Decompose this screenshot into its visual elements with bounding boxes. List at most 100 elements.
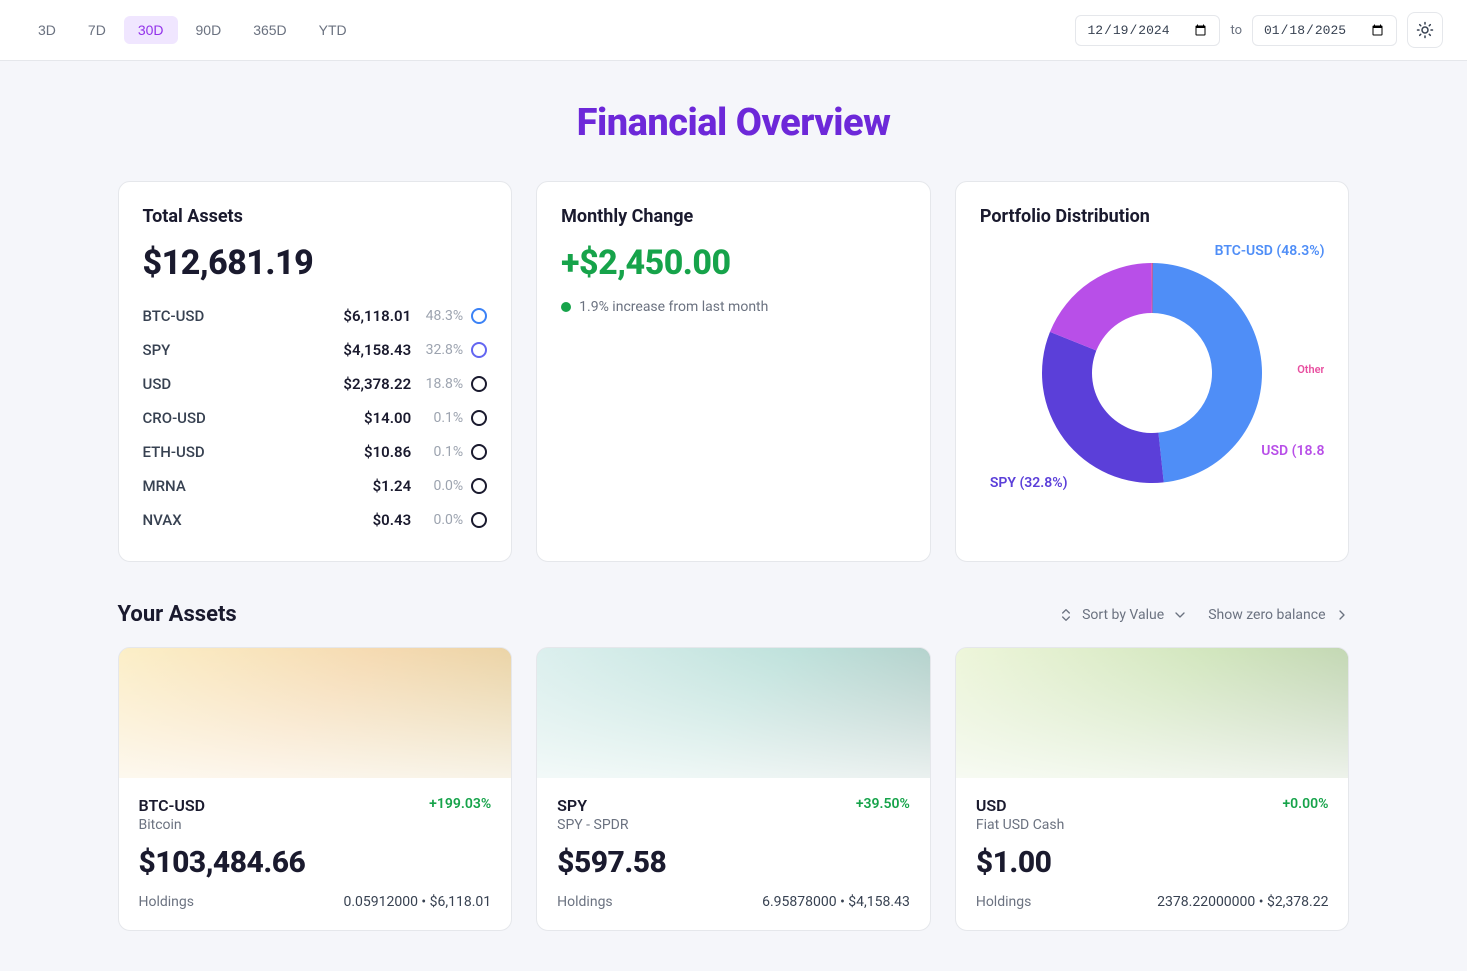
asset-change: +0.00% bbox=[1282, 796, 1328, 812]
chevron-down-icon bbox=[1172, 607, 1188, 623]
assets-controls: Sort by Value Show zero balance bbox=[1058, 607, 1349, 623]
page-title: Financial Overview bbox=[118, 101, 1350, 145]
range-tab-7d[interactable]: 7D bbox=[74, 16, 120, 44]
holdings-value: 0.05912000 • $6,118.01 bbox=[343, 894, 491, 910]
chevrons-updown-icon bbox=[1058, 607, 1074, 623]
asset-card-usd[interactable]: USD Fiat USD Cash +0.00% $1.00 Holdings 2378.… bbox=[955, 647, 1350, 931]
holdings-value: 6.95878000 • $4,158.43 bbox=[762, 894, 910, 910]
ring-icon bbox=[471, 308, 487, 324]
date-from-input[interactable] bbox=[1075, 15, 1220, 46]
assets-section-title: Your Assets bbox=[118, 602, 237, 627]
asset-symbol: SPY bbox=[557, 796, 628, 815]
monthly-change-note-text: 1.9% increase from last month bbox=[579, 299, 768, 315]
holdings-value: 2378.22000000 • $2,378.22 bbox=[1157, 894, 1328, 910]
monthly-change-card: Monthly Change +$2,450.00 1.9% increase … bbox=[536, 181, 931, 562]
pie-label-usd: USD (18.8 bbox=[1261, 443, 1324, 459]
total-assets-card: Total Assets $12,681.19 BTC-USD$6,118.01… bbox=[118, 181, 513, 562]
asset-row-value: $1.24 bbox=[373, 477, 412, 495]
asset-row[interactable]: BTC-USD$6,118.01 48.3% bbox=[143, 299, 488, 333]
donut-slice-usd[interactable] bbox=[1050, 263, 1152, 351]
asset-price: $103,484.66 bbox=[139, 845, 492, 880]
monthly-change-value: +$2,450.00 bbox=[561, 243, 906, 283]
ring-icon bbox=[471, 444, 487, 460]
asset-row-pct: 0.0% bbox=[419, 478, 463, 494]
show-zero-button[interactable]: Show zero balance bbox=[1208, 607, 1349, 623]
asset-price: $1.00 bbox=[976, 845, 1329, 880]
range-tab-3d[interactable]: 3D bbox=[24, 16, 70, 44]
asset-row-pct: 0.1% bbox=[419, 444, 463, 460]
to-label: to bbox=[1230, 23, 1242, 38]
ring-icon bbox=[471, 376, 487, 392]
asset-row-value: $6,118.01 bbox=[343, 307, 411, 325]
ring-icon bbox=[471, 410, 487, 426]
asset-change: +39.50% bbox=[856, 796, 910, 812]
asset-row[interactable]: CRO-USD$14.00 0.1% bbox=[143, 401, 488, 435]
asset-row-name: ETH-USD bbox=[143, 443, 365, 461]
monthly-change-note: 1.9% increase from last month bbox=[561, 299, 906, 315]
holdings-label: Holdings bbox=[139, 894, 195, 910]
asset-row-name: MRNA bbox=[143, 477, 373, 495]
sort-label: Sort by Value bbox=[1082, 607, 1164, 623]
asset-row-pct: 18.8% bbox=[419, 376, 463, 392]
asset-row-pct: 0.1% bbox=[419, 410, 463, 426]
range-tab-30d[interactable]: 30D bbox=[124, 16, 178, 44]
pie-label-spy: SPY (32.8%) bbox=[990, 475, 1068, 491]
distribution-card: Portfolio Distribution BTC-USD (48.3%) S… bbox=[955, 181, 1350, 562]
asset-row-name: NVAX bbox=[143, 511, 373, 529]
distribution-title: Portfolio Distribution bbox=[980, 206, 1325, 227]
date-range-group: to bbox=[1075, 12, 1443, 48]
asset-row-value: $14.00 bbox=[364, 409, 411, 427]
asset-row-name: CRO-USD bbox=[143, 409, 365, 427]
holdings-label: Holdings bbox=[557, 894, 613, 910]
asset-card-btc-usd[interactable]: BTC-USD Bitcoin +199.03% $103,484.66 Holding… bbox=[118, 647, 513, 931]
asset-row-value: $4,158.43 bbox=[343, 341, 411, 359]
topbar: 3D7D30D90D365DYTD to bbox=[0, 0, 1467, 61]
asset-row-pct: 0.0% bbox=[419, 512, 463, 528]
asset-hero-image bbox=[537, 648, 930, 778]
asset-row-pct: 32.8% bbox=[419, 342, 463, 358]
chevron-right-icon bbox=[1334, 607, 1350, 623]
theme-toggle-button[interactable] bbox=[1407, 12, 1443, 48]
asset-change: +199.03% bbox=[429, 796, 491, 812]
sort-button[interactable]: Sort by Value bbox=[1058, 607, 1188, 623]
asset-card-spy[interactable]: SPYSPY - SPDR+39.50%$597.58Holdings6.958… bbox=[536, 647, 931, 931]
sun-icon bbox=[1416, 21, 1434, 39]
date-to-input[interactable] bbox=[1252, 15, 1397, 46]
donut-slice-spy[interactable] bbox=[1042, 332, 1164, 483]
ring-icon bbox=[471, 342, 487, 358]
monthly-change-title: Monthly Change bbox=[561, 206, 906, 227]
donut-slice-btc-usd[interactable] bbox=[1152, 263, 1262, 482]
asset-row-value: $10.86 bbox=[364, 443, 411, 461]
asset-row-pct: 48.3% bbox=[419, 308, 463, 324]
asset-subtitle: Fiat USD Cash bbox=[976, 817, 1065, 833]
asset-row[interactable]: NVAX$0.43 0.0% bbox=[143, 503, 488, 537]
asset-row-name: BTC-USD bbox=[143, 307, 344, 325]
range-tabs: 3D7D30D90D365DYTD bbox=[24, 16, 361, 44]
pie-label-other: Other bbox=[1297, 363, 1324, 376]
ring-icon bbox=[471, 478, 487, 494]
total-assets-value: $12,681.19 bbox=[143, 243, 488, 283]
asset-symbol: USD bbox=[976, 796, 1065, 815]
dot-icon bbox=[561, 302, 571, 312]
range-tab-365d[interactable]: 365D bbox=[239, 16, 300, 44]
asset-hero-image bbox=[956, 648, 1349, 778]
asset-row-value: $0.43 bbox=[373, 511, 412, 529]
pie-label-btc: BTC-USD (48.3%) bbox=[1215, 243, 1325, 259]
asset-subtitle: Bitcoin bbox=[139, 817, 206, 833]
asset-row[interactable]: MRNA$1.24 0.0% bbox=[143, 469, 488, 503]
holdings-label: Holdings bbox=[976, 894, 1032, 910]
assets-section-head: Your Assets Sort by Value Show zero bala… bbox=[118, 602, 1350, 627]
total-assets-title: Total Assets bbox=[143, 206, 488, 227]
range-tab-90d[interactable]: 90D bbox=[182, 16, 236, 44]
asset-hero-image bbox=[119, 648, 512, 778]
asset-row-value: $2,378.22 bbox=[343, 375, 411, 393]
asset-row-name: USD bbox=[143, 375, 344, 393]
asset-row[interactable]: USD$2,378.22 18.8% bbox=[143, 367, 488, 401]
ring-icon bbox=[471, 512, 487, 528]
asset-row[interactable]: ETH-USD$10.86 0.1% bbox=[143, 435, 488, 469]
asset-subtitle: SPY - SPDR bbox=[557, 817, 628, 833]
asset-symbol: BTC-USD bbox=[139, 796, 206, 815]
range-tab-ytd[interactable]: YTD bbox=[305, 16, 361, 44]
asset-row[interactable]: SPY$4,158.4332.8% bbox=[143, 333, 488, 367]
show-zero-label: Show zero balance bbox=[1208, 607, 1325, 623]
